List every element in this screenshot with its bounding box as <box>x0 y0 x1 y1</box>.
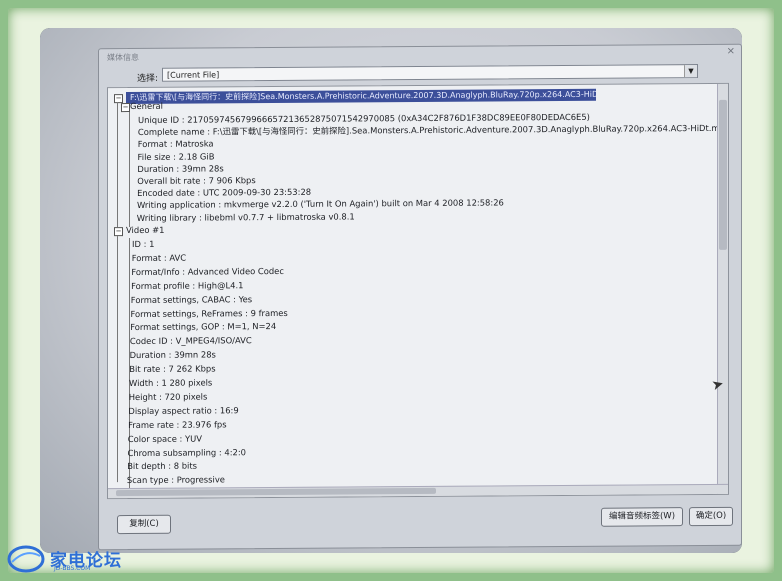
tree-node-video-6[interactable]: Format settings, GOP : M=1, N=24 <box>130 320 276 333</box>
tree-node-video-3[interactable]: Format profile : High@L4.1 <box>131 279 243 292</box>
horizontal-scroll-thumb[interactable] <box>116 487 436 497</box>
tree-node-video-0[interactable]: ID : 1 <box>132 238 154 250</box>
tree-node-video-11[interactable]: Height : 720 pixels <box>129 390 208 403</box>
tree-node-general-2[interactable]: Format : Matroska <box>138 138 214 151</box>
vertical-scroll-thumb[interactable] <box>719 99 727 250</box>
collapse-icon[interactable]: − <box>114 94 123 104</box>
edit-audio-tags-button[interactable]: 编辑音频标签(W) <box>601 507 683 527</box>
dialog-title: 媒体信息 <box>107 52 139 63</box>
section-general[interactable]: General <box>130 100 163 112</box>
selector-label: 选择: <box>137 73 159 84</box>
tree-root-file[interactable]: F:\迅雷下载\[与海怪同行：史前探险]Sea.Monsters.A.Prehi… <box>126 88 596 105</box>
watermark-subtitle: JD-BBS.COM <box>54 565 91 572</box>
tree-node-general-8[interactable]: Writing library : libebml v0.7.7 + libma… <box>137 210 355 224</box>
tree-node-video-9[interactable]: Bit rate : 7 262 Kbps <box>129 363 215 376</box>
media-info-dialog: 媒体信息 × 选择: [Current File] ▼ − F:\迅雷下载\[与… <box>98 43 742 551</box>
close-icon[interactable]: × <box>727 46 735 57</box>
vertical-scrollbar[interactable] <box>717 83 728 494</box>
file-selector-value: [Current File] <box>167 70 220 80</box>
tree-node-video-2[interactable]: Format/Info : Advanced Video Codec <box>131 265 284 278</box>
tree-node-video-10[interactable]: Width : 1 280 pixels <box>129 376 212 389</box>
tree-node-video-1[interactable]: Format : AVC <box>132 252 186 264</box>
tree-node-video-14[interactable]: Color space : YUV <box>128 432 202 445</box>
copy-button[interactable]: 复制(C) <box>117 514 171 535</box>
chevron-down-icon[interactable]: ▼ <box>684 65 697 78</box>
tree-node-video-7[interactable]: Codec ID : V_MPEG4/ISO/AVC <box>130 334 252 347</box>
horizontal-scrollbar[interactable] <box>108 483 728 499</box>
tree-node-general-4[interactable]: Duration : 39mn 28s <box>137 162 223 175</box>
globe-logo-icon <box>7 545 45 573</box>
tree-node-general-7[interactable]: Writing application : mkvmerge v2.2.0 ('… <box>137 197 504 212</box>
tree-node-video-4[interactable]: Format settings, CABAC : Yes <box>131 293 252 306</box>
tree-node-general-6[interactable]: Encoded date : UTC 2009-09-30 23:53:28 <box>137 186 311 199</box>
tree-node-video-5[interactable]: Format settings, ReFrames : 9 frames <box>131 306 288 319</box>
ok-button[interactable]: 确定(O) <box>689 506 733 527</box>
tree-node-video-16[interactable]: Bit depth : 8 bits <box>127 460 197 472</box>
forum-watermark: 家电论坛 JD-BBS.COM <box>6 544 146 574</box>
tree-node-video-17[interactable]: Scan type : Progressive <box>127 474 225 487</box>
tree-node-general-5[interactable]: Overall bit rate : 7 906 Kbps <box>137 174 255 187</box>
tree-node-video-15[interactable]: Chroma subsampling : 4:2:0 <box>128 446 247 459</box>
tree-node-video-8[interactable]: Duration : 39mn 28s <box>130 349 216 362</box>
tree-node-video-12[interactable]: Display aspect ratio : 16:9 <box>128 404 238 417</box>
tree-node-video-13[interactable]: Frame rate : 23.976 fps <box>128 418 227 431</box>
section-video[interactable]: Video #1 <box>126 224 164 236</box>
tree-node-general-3[interactable]: File size : 2.18 GiB <box>138 150 215 163</box>
collapse-icon[interactable]: − <box>114 227 123 237</box>
monitor-photo: 媒体信息 × 选择: [Current File] ▼ − F:\迅雷下载\[与… <box>40 28 742 553</box>
info-tree[interactable]: − F:\迅雷下载\[与海怪同行：史前探险]Sea.Monsters.A.Pre… <box>107 82 729 500</box>
collapse-icon[interactable]: − <box>121 103 130 113</box>
file-selector[interactable]: [Current File] ▼ <box>162 64 698 82</box>
